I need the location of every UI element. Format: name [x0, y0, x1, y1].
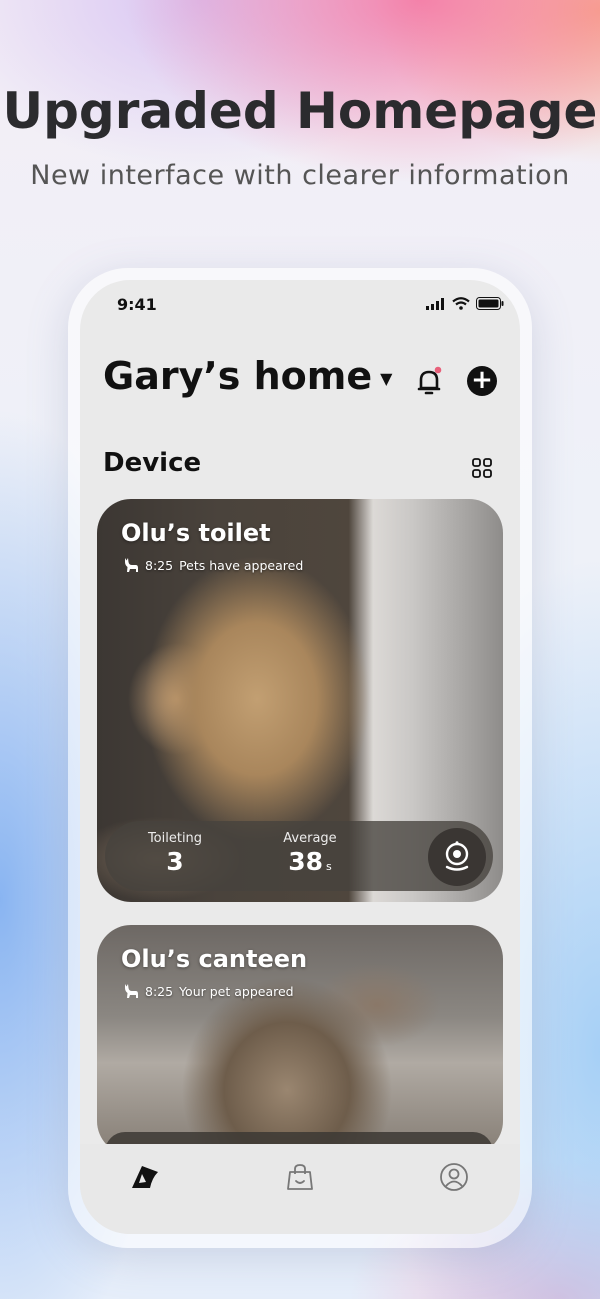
home-name: Gary’s home: [103, 354, 373, 398]
profile-icon[interactable]: [439, 1162, 469, 1192]
device-name: Olu’s toilet: [121, 519, 271, 547]
status-bar: 9:41: [80, 280, 520, 330]
phone-screen: 9:41 Gary’s home ▼ + Device Olu’s toilet…: [80, 280, 520, 1234]
home-logo-icon[interactable]: [130, 1162, 160, 1192]
cat-icon: [125, 558, 138, 572]
shop-bag-icon[interactable]: [285, 1162, 315, 1192]
stat-value: 38: [288, 847, 324, 876]
caret-down-icon: ▼: [380, 368, 393, 388]
event-text: Your pet appeared: [179, 983, 294, 999]
stat-toileting: Toileting 3: [135, 831, 215, 876]
signal-icon: [426, 297, 444, 310]
promo-headline: Upgraded Homepage: [2, 82, 598, 140]
bell-icon[interactable]: [417, 366, 443, 396]
device-card-canteen[interactable]: Olu’s canteen 8:25 Your pet appeared: [97, 925, 503, 1155]
event-time: 8:25: [145, 983, 174, 999]
device-event: 8:25 Your pet appeared: [123, 983, 294, 999]
battery-icon: [476, 297, 504, 310]
stat-value-wrap: 38 s: [265, 847, 355, 876]
home-selector[interactable]: Gary’s home ▼: [103, 354, 392, 398]
wifi-icon: [452, 297, 470, 310]
device-name: Olu’s canteen: [121, 945, 308, 973]
camera-icon: [445, 841, 469, 871]
event-text: Pets have appeared: [179, 557, 304, 573]
stat-average: Average 38 s: [265, 831, 355, 876]
stat-label: Average: [283, 831, 337, 846]
grid-view-icon[interactable]: [472, 458, 492, 478]
promo-subline: New interface with clearer information: [30, 160, 570, 191]
device-section-title: Device: [103, 448, 202, 478]
add-device-button[interactable]: +: [467, 366, 497, 396]
device-event: 8:25 Pets have appeared: [123, 557, 303, 573]
cat-icon: [125, 984, 138, 998]
device-card-toilet[interactable]: Olu’s toilet 8:25 Pets have appeared Toi…: [97, 499, 503, 902]
stat-value: 3: [166, 847, 184, 876]
plus-icon: +: [471, 365, 493, 395]
tab-bar: [80, 1144, 520, 1234]
live-camera-button[interactable]: [428, 828, 486, 886]
stat-unit: s: [326, 860, 332, 873]
stat-label: Toileting: [147, 831, 203, 846]
status-time: 9:41: [117, 295, 157, 314]
event-time: 8:25: [145, 557, 174, 573]
